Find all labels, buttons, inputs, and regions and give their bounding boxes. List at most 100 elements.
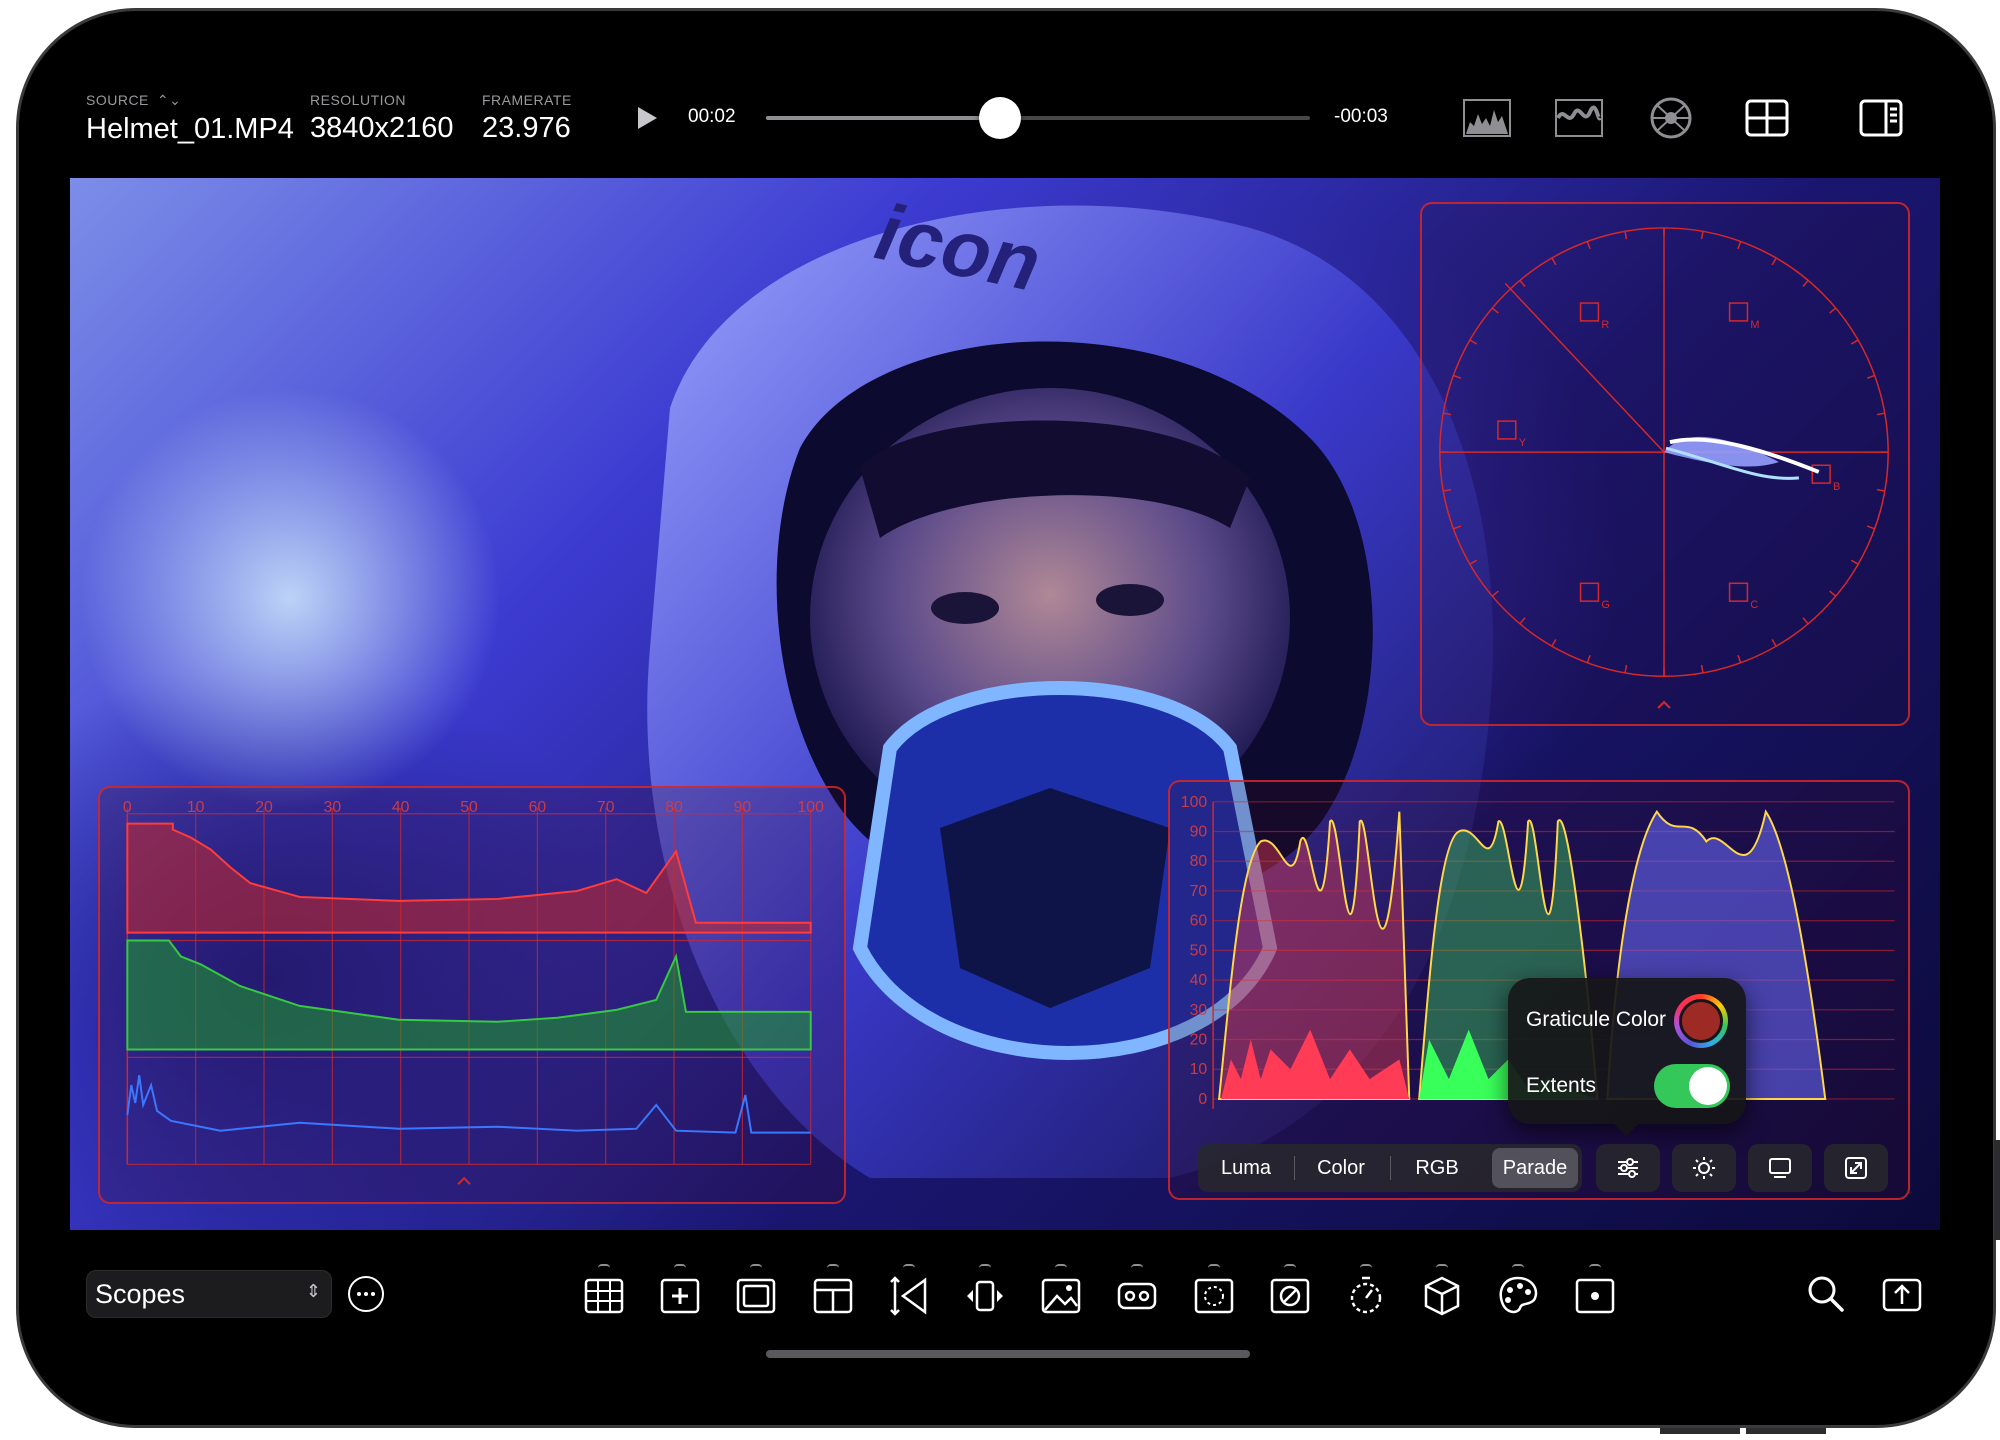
more-options-icon[interactable] [348, 1276, 384, 1312]
palette-tool-button[interactable] [1494, 1264, 1542, 1320]
hardware-button [1660, 1428, 1740, 1434]
tool-indicator [674, 1264, 687, 1268]
divider [1294, 1156, 1295, 1180]
frame-guide-icon [737, 1278, 776, 1314]
graticule-color-swatch[interactable] [1674, 994, 1728, 1048]
vectorscope-target [1728, 302, 1749, 322]
tool-indicator [1207, 1264, 1220, 1268]
mask-tool-button[interactable] [1113, 1264, 1161, 1320]
vectorscope-target-label: Y [1519, 437, 1527, 449]
chevron-updown-icon: ⇕ [305, 1281, 321, 1301]
vectorscope-tick [1802, 279, 1809, 287]
graticule-popover: Graticule Color Extents [1508, 978, 1746, 1124]
scrubber[interactable] [766, 97, 1310, 139]
workspace-label: Scopes [95, 1279, 186, 1309]
vectorscope-tick [1624, 664, 1628, 673]
chevron-updown-icon: ⌃⌄ [156, 92, 182, 108]
scope-display-button[interactable] [1748, 1144, 1812, 1192]
chevron-up-icon[interactable] [457, 1176, 471, 1185]
export-icon[interactable] [1880, 1272, 1924, 1316]
vectorscope-icon[interactable] [1646, 96, 1696, 140]
extents-label: Extents [1526, 1074, 1597, 1097]
vectorscope-tick [1771, 638, 1777, 647]
parade-scale-label: 50 [1190, 942, 1208, 959]
timer-tool-button[interactable] [1342, 1264, 1390, 1320]
grid-overlay-tool-button[interactable] [580, 1264, 628, 1320]
vectorscope-target [1579, 302, 1600, 322]
extents-toggle[interactable] [1654, 1064, 1730, 1108]
vectorscope-target [1728, 582, 1749, 602]
vectorscope-tick [1866, 374, 1875, 379]
home-indicator [766, 1350, 1250, 1358]
vectorscope-target-label: M [1750, 319, 1759, 331]
scope-expand-button[interactable] [1824, 1144, 1888, 1192]
add-frame-icon [660, 1278, 700, 1314]
remaining-time: -00:03 [1334, 106, 1388, 127]
focus-tool-button[interactable] [1571, 1264, 1619, 1320]
vectorscope-tick [1700, 231, 1704, 240]
frame-guide-tool-button[interactable] [732, 1264, 780, 1320]
parade-scale-label: 80 [1190, 853, 1208, 870]
crop-tool-button[interactable] [1190, 1264, 1238, 1320]
add-frame-tool-button[interactable] [656, 1264, 704, 1320]
vectorscope-trace [1664, 436, 1820, 480]
parade-scale-label: 90 [1190, 823, 1208, 840]
vectorscope-tick [1850, 339, 1859, 345]
histogram-panel[interactable]: 0 10 20 30 40 50 60 70 80 90 100 [98, 786, 846, 1204]
vectorscope-tick [1491, 307, 1499, 314]
image-overlay-tool-button[interactable] [1037, 1264, 1085, 1320]
tool-indicator [750, 1264, 763, 1268]
vectorscope-target [1497, 420, 1517, 440]
parade-scale-label: 100 [1181, 794, 1208, 811]
vectorscope-tick [1586, 655, 1591, 663]
scope-settings-button[interactable] [1596, 1144, 1660, 1192]
source-selector[interactable]: SOURCE ⌃⌄ Helmet_01.MP4 [86, 92, 294, 146]
vectorscope-tick [1771, 257, 1777, 266]
parade-scale-label: 60 [1190, 913, 1208, 930]
mode-luma[interactable]: Luma [1204, 1144, 1288, 1192]
scope-brightness-button[interactable] [1672, 1144, 1736, 1192]
safe-area-tool-button[interactable] [809, 1264, 857, 1320]
vectorscope-target-label: G [1601, 599, 1609, 611]
mode-color[interactable]: Color [1298, 1144, 1384, 1192]
vectorscope-tick [1443, 412, 1452, 416]
vectorscope-tick [1866, 525, 1875, 530]
vectorscope-tick [1453, 374, 1462, 379]
grid-layout-icon[interactable] [1742, 96, 1792, 140]
waveform-icon[interactable] [1554, 96, 1604, 140]
hardware-button [1746, 1428, 1826, 1434]
framerate-info: FRAMERATE 23.976 [482, 92, 572, 145]
vectorscope-tick [1551, 638, 1557, 647]
sidebar-icon[interactable] [1856, 96, 1906, 140]
lut-cube-tool-button[interactable] [1418, 1264, 1466, 1320]
palette-icon [1499, 1276, 1538, 1314]
vectorscope-tick [1624, 231, 1628, 240]
mode-parade[interactable]: Parade [1492, 1148, 1578, 1188]
vectorscope-tick [1700, 664, 1704, 673]
scope-mode-segmented: Luma Color RGB Parade [1198, 1144, 1582, 1192]
chevron-up-icon[interactable] [1657, 700, 1671, 709]
elapsed-time: 00:02 [688, 106, 736, 127]
false-color-tool-button[interactable] [1266, 1264, 1314, 1320]
histogram-icon[interactable] [1462, 96, 1512, 140]
vectorscope-target [1579, 582, 1600, 602]
perspective-icon [889, 1276, 927, 1316]
scrubber-knob[interactable] [978, 97, 1021, 139]
workspace-selector[interactable]: Scopes ⇕ [86, 1270, 332, 1318]
mask-icon [1118, 1282, 1157, 1310]
tool-indicator [1283, 1264, 1296, 1268]
perspective-tool-button[interactable] [885, 1264, 933, 1320]
false-color-icon [1270, 1278, 1310, 1314]
source-filename: Helmet_01.MP4 [86, 113, 294, 145]
mode-rgb[interactable]: RGB [1394, 1144, 1480, 1192]
vectorscope-tick [1829, 307, 1837, 314]
flip-tool-button[interactable] [961, 1264, 1009, 1320]
search-icon[interactable] [1804, 1272, 1848, 1316]
framerate-label: FRAMERATE [482, 92, 572, 108]
vectorscope-panel[interactable]: R M B C G Y [1420, 202, 1910, 726]
crop-icon [1194, 1278, 1233, 1314]
vectorscope-target [1811, 464, 1831, 484]
vectorscope-tick [1491, 590, 1499, 597]
play-icon[interactable] [632, 104, 660, 132]
vectorscope-tick [1469, 339, 1478, 345]
